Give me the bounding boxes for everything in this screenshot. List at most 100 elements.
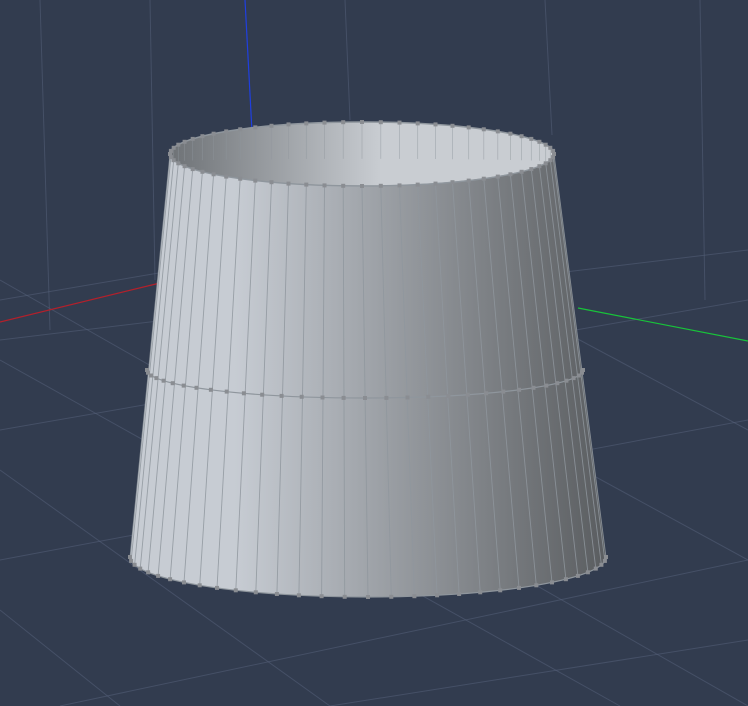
mesh-vertex[interactable] [197,583,202,588]
viewport-canvas[interactable] [0,0,748,706]
mesh-vertex[interactable] [604,555,608,559]
mesh-vertex[interactable] [537,139,542,144]
mesh-vertex[interactable] [555,381,560,386]
mesh-vertex[interactable] [341,395,346,400]
mesh-vertex[interactable] [233,588,238,593]
mesh-vertex[interactable] [397,183,402,188]
mesh-vertex[interactable] [253,125,258,130]
3d-viewport[interactable] [0,0,748,706]
mesh-vertex[interactable] [529,167,534,172]
mesh-vertex[interactable] [593,566,598,571]
mesh-vertex[interactable] [341,120,346,125]
mesh-vertex[interactable] [211,131,216,136]
mesh-vertex[interactable] [426,394,431,399]
mesh-vertex[interactable] [319,594,324,599]
mesh-vertex[interactable] [415,121,420,126]
mesh-vertex[interactable] [405,395,410,400]
mesh-vertex[interactable] [322,120,327,125]
mesh-vertex[interactable] [299,394,304,399]
mesh-vertex[interactable] [435,593,440,598]
mesh-vertex[interactable] [585,570,590,575]
mesh-vertex[interactable] [575,573,580,578]
mesh-vertex[interactable] [537,164,542,169]
mesh-vertex[interactable] [378,183,383,188]
mesh-vertex[interactable] [550,580,554,585]
mesh-vertex[interactable] [200,169,205,174]
mesh-vertex[interactable] [320,395,325,400]
mesh-vertex[interactable] [208,387,213,392]
mesh-vertex[interactable] [478,590,483,595]
mesh-vertex[interactable] [279,393,284,398]
mesh-vertex[interactable] [543,142,548,147]
mesh-vertex[interactable] [581,368,585,372]
mesh-vertex[interactable] [224,389,229,394]
mesh-vertex[interactable] [481,127,486,132]
mesh-vertex[interactable] [450,123,455,128]
mesh-vertex[interactable] [366,595,370,599]
mesh-vertex[interactable] [161,378,166,383]
mesh-vertex[interactable] [200,134,205,139]
mesh-vertex[interactable] [564,378,569,383]
mesh-vertex[interactable] [146,570,151,575]
mesh-vertex[interactable] [304,121,309,126]
cone-outer-wall[interactable] [130,154,606,597]
mesh-vertex[interactable] [466,178,471,183]
mesh-vertex[interactable] [154,376,159,381]
cone-mesh[interactable] [128,120,608,599]
mesh-vertex[interactable] [363,396,367,400]
mesh-vertex[interactable] [182,164,187,169]
mesh-vertex[interactable] [495,174,500,179]
mesh-vertex[interactable] [132,562,137,567]
mesh-vertex[interactable] [238,127,243,132]
mesh-vertex[interactable] [253,178,258,183]
mesh-vertex[interactable] [501,389,506,394]
mesh-vertex[interactable] [182,139,187,144]
mesh-vertex[interactable] [274,592,279,596]
mesh-vertex[interactable] [517,387,522,392]
mesh-vertex[interactable] [182,580,186,585]
mesh-vertex[interactable] [176,142,181,147]
mesh-vertex[interactable] [446,393,451,398]
mesh-vertex[interactable] [269,180,274,185]
mesh-vertex[interactable] [484,391,489,396]
mesh-vertex[interactable] [194,385,199,390]
mesh-vertex[interactable] [481,176,486,181]
mesh-vertex[interactable] [341,183,346,188]
mesh-vertex[interactable] [571,376,576,381]
mesh-vertex[interactable] [168,577,173,582]
mesh-vertex[interactable] [543,161,548,166]
mesh-vertex[interactable] [508,172,513,177]
mesh-vertex[interactable] [215,585,219,590]
mesh-vertex[interactable] [519,134,524,139]
mesh-vertex[interactable] [548,145,553,150]
mesh-vertex[interactable] [360,120,364,124]
mesh-vertex[interactable] [529,136,534,141]
mesh-vertex[interactable] [269,123,274,128]
mesh-vertex[interactable] [599,562,604,567]
mesh-vertex[interactable] [253,590,258,595]
mesh-vertex[interactable] [190,136,195,141]
mesh-vertex[interactable] [181,383,186,388]
mesh-vertex[interactable] [360,184,364,188]
mesh-vertex[interactable] [450,180,455,185]
mesh-vertex[interactable] [384,395,389,400]
mesh-vertex[interactable] [495,129,500,134]
mesh-vertex[interactable] [128,555,132,559]
mesh-vertex[interactable] [286,181,291,186]
mesh-vertex[interactable] [517,585,521,590]
mesh-vertex[interactable] [322,183,327,188]
mesh-vertex[interactable] [544,383,549,388]
mesh-vertex[interactable] [602,558,607,563]
mesh-vertex[interactable] [412,594,417,599]
mesh-vertex[interactable] [519,169,524,174]
mesh-vertex[interactable] [415,182,420,187]
mesh-vertex[interactable] [531,385,536,390]
mesh-vertex[interactable] [433,122,438,127]
mesh-vertex[interactable] [397,120,402,125]
mesh-vertex[interactable] [176,161,181,166]
mesh-vertex[interactable] [224,129,229,134]
mesh-vertex[interactable] [224,174,229,179]
mesh-vertex[interactable] [296,593,301,598]
mesh-vertex[interactable] [563,577,568,582]
mesh-vertex[interactable] [170,381,175,386]
